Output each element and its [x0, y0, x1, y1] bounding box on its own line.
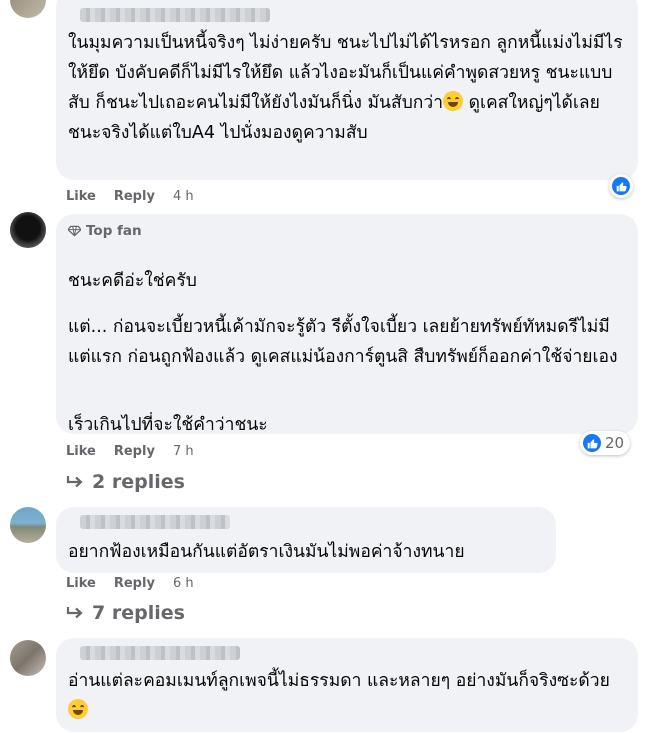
- smiling-emoji: [68, 699, 88, 719]
- author-name-blurred[interactable]: [80, 646, 240, 660]
- reply-arrow-icon: [66, 476, 83, 488]
- comment-bubble: Top fan ชนะคดีอ่ะใช่ครับ แต่... ก่อนจะเบ…: [56, 214, 638, 435]
- like-button[interactable]: Like: [66, 189, 96, 204]
- comment-bubble: ในมุมความเป็นหนี้จริงๆ ไม่ง่ายครับ ชนะไป…: [56, 0, 638, 180]
- reaction-summary[interactable]: 20: [580, 431, 631, 455]
- author-name-blurred[interactable]: [80, 515, 230, 529]
- avatar[interactable]: [10, 507, 46, 543]
- comment-bubble: อยากฟ้องเหมือนกันแต่อัตราเงินมันไม่พอค่า…: [56, 507, 556, 573]
- comment-paragraph: เร็วเกินไปที่จะใช้คำว่าชนะ: [68, 415, 268, 435]
- reply-button[interactable]: Reply: [114, 576, 155, 591]
- comment-actions: Like Reply 4 h: [66, 189, 194, 204]
- comment-text: อยากฟ้องเหมือนกันแต่อัตราเงินมันไม่พอค่า…: [68, 542, 465, 562]
- comment-text: ในมุมความเป็นหนี้จริงๆ ไม่ง่ายครับ ชนะไป…: [68, 33, 623, 143]
- top-fan-badge: Top fan: [68, 223, 142, 239]
- view-replies-button[interactable]: 7 replies: [66, 602, 185, 624]
- comment-actions: Like Reply 7 h: [66, 444, 194, 459]
- diamond-icon: [68, 225, 81, 237]
- comment-text: อ่านแต่ละคอมเมนท์ลูกเพจนี้ไม่ธรรมดา และห…: [68, 666, 630, 726]
- like-thumb-icon: [583, 434, 601, 452]
- avatar[interactable]: [10, 212, 46, 248]
- reply-button[interactable]: Reply: [114, 189, 155, 204]
- timestamp[interactable]: 4 h: [173, 189, 194, 204]
- reaction-summary[interactable]: [609, 174, 633, 198]
- like-button[interactable]: Like: [66, 444, 96, 459]
- author-name-blurred[interactable]: [80, 8, 270, 22]
- comment-actions: Like Reply 6 h: [66, 576, 194, 591]
- view-replies-button[interactable]: 2 replies: [66, 471, 185, 493]
- avatar[interactable]: [10, 0, 46, 18]
- laughing-emoji: [443, 91, 464, 111]
- reply-button[interactable]: Reply: [114, 444, 155, 459]
- comment-paragraph: ชนะคดีอ่ะใช่ครับ: [68, 271, 197, 291]
- like-thumb-icon: [612, 177, 630, 195]
- reply-arrow-icon: [66, 607, 83, 619]
- timestamp[interactable]: 7 h: [173, 444, 194, 459]
- reaction-count: 20: [605, 434, 625, 452]
- timestamp[interactable]: 6 h: [173, 576, 194, 591]
- comment-paragraph: แต่... ก่อนจะเบี้ยวหนี้เค้ามักจะรู้ตัว ร…: [68, 317, 618, 367]
- avatar[interactable]: [10, 640, 46, 676]
- comment-bubble: อ่านแต่ละคอมเมนท์ลูกเพจนี้ไม่ธรรมดา และห…: [56, 638, 638, 732]
- like-button[interactable]: Like: [66, 576, 96, 591]
